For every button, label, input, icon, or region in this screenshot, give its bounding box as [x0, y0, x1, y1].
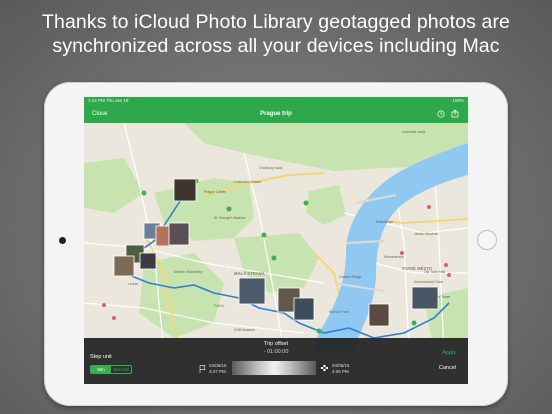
clock-icon[interactable]: [437, 110, 445, 118]
step-unit-segmented-control: Min Second: [90, 365, 132, 374]
trip-offset-panel: Trip offset - 01:00:00 Step unit Min Sec…: [84, 338, 468, 384]
label-charles-bridge: Charles Bridge: [339, 275, 362, 279]
photo-thumb: [238, 277, 266, 305]
photo-thumb: [173, 178, 197, 202]
label-prague-castle: Prague Castle: [204, 190, 226, 194]
camera-icon: [59, 237, 66, 244]
label-loreta: Loreta: [128, 282, 138, 286]
photo-thumb: [168, 222, 190, 246]
label-stare-mesto: STARÉ MĚSTO: [402, 266, 433, 271]
headline-line-2: synchronized across all your devices inc…: [52, 35, 500, 57]
photo-thumb: [293, 297, 315, 321]
label-kampa: Kampa Park: [329, 310, 349, 314]
label-astro: Astronomical Clock: [414, 280, 443, 284]
end-time: 4:06 PM: [332, 369, 349, 374]
label-lobkowicz: Lobkowicz Palace: [234, 180, 261, 184]
photo-thumb: [368, 303, 390, 327]
battery-level: 100%: [452, 98, 464, 103]
step-unit-label: Step unit: [90, 354, 112, 360]
map-view[interactable]: Letenské sady Chotkovy sady Petřín Kampa…: [84, 123, 468, 352]
segment-second[interactable]: Second: [111, 366, 131, 373]
trip-end: 04/06/15 4:06 PM: [332, 363, 350, 375]
nav-actions: [437, 109, 459, 118]
label-mala-strana: MALÁ STRANA: [234, 271, 265, 276]
home-button[interactable]: [477, 230, 497, 250]
photo-thumb: [139, 252, 157, 270]
label-st-george: St. George's Basilica: [214, 216, 245, 220]
finish-flag-icon: [321, 365, 328, 371]
label-rudolfinum: Rudolfinum: [376, 220, 393, 224]
trip-start: 04/06/15 3:47 PM: [209, 363, 227, 375]
share-icon[interactable]: [451, 109, 459, 118]
start-flag-icon: [199, 365, 206, 373]
photo-thumb: [411, 286, 439, 310]
trip-offset-value: - 01:00:00: [263, 349, 289, 355]
page-title: Prague trip: [260, 111, 292, 117]
headline: Thanks to iCloud Photo Library geotagged…: [0, 10, 552, 58]
status-bar: 1:14 PM Thu Jan 18 100%: [84, 97, 468, 105]
cancel-button[interactable]: Cancel: [439, 365, 456, 371]
trip-offset-label: Trip offset: [263, 341, 289, 347]
label-chotkovy-sady: Chotkovy sady: [259, 166, 283, 170]
headline-line-1: Thanks to iCloud Photo Library geotagged…: [42, 11, 510, 33]
label-jewish: Jewish Museum: [414, 232, 438, 236]
label-petrin: Petřín: [214, 304, 224, 308]
offset-slider[interactable]: [232, 361, 316, 375]
segment-min[interactable]: Min: [91, 366, 111, 373]
start-time: 3:47 PM: [209, 369, 226, 374]
nav-bar: Close Prague trip: [84, 105, 468, 123]
label-letenske-sady: Letenské sady: [402, 130, 425, 134]
label-klementinum: Klementinum: [384, 255, 404, 259]
photo-thumb: [113, 255, 135, 277]
label-kgb: KGB Museum: [234, 328, 255, 332]
apply-button[interactable]: Apply: [442, 350, 456, 356]
status-time-date: 1:14 PM Thu Jan 18: [88, 98, 129, 103]
app-screen: 1:14 PM Thu Jan 18 100% Close Prague tri…: [84, 97, 468, 384]
label-strahov: Strahov Monastery: [174, 270, 203, 274]
